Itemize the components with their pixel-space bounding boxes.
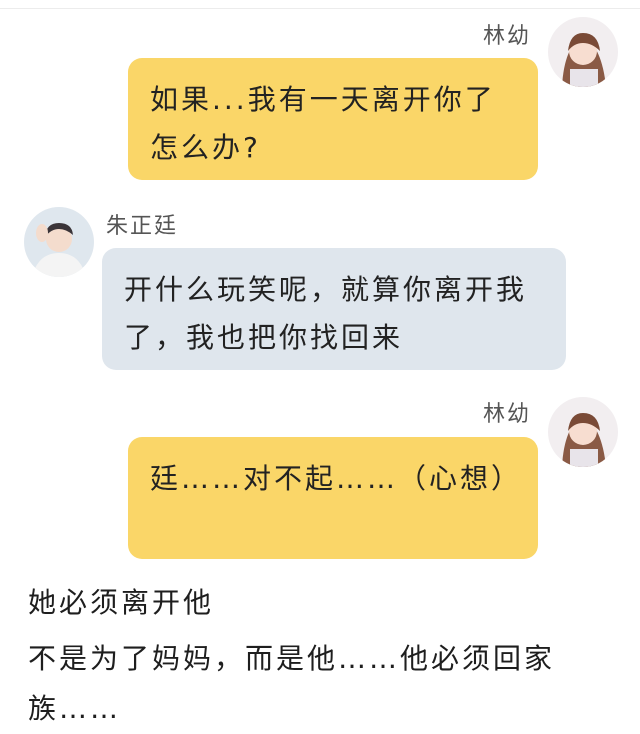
boy-avatar-icon [24,207,94,277]
message-bubble-other[interactable]: 开什么玩笑呢，就算你离开我了，我也把你找回来 [102,248,566,370]
girl-avatar-icon [548,17,618,87]
sender-name: 朱正廷 [106,214,179,239]
girl-avatar-icon [548,397,618,467]
caption-line: 不是为了妈妈，而是他……他必须回家族…… [28,642,556,725]
sender-name: 林幼 [483,402,532,427]
top-divider [0,8,640,9]
message-bubble-self[interactable]: 如果...我有一天离开你了怎么办? [128,58,538,180]
avatar[interactable] [548,17,618,87]
caption-line: 她必须离开他 [28,586,215,619]
avatar[interactable] [548,397,618,467]
message-bubble-self[interactable]: 廷……对不起……（心想） [128,437,538,559]
sender-name: 林幼 [483,24,532,49]
avatar[interactable] [24,207,94,277]
